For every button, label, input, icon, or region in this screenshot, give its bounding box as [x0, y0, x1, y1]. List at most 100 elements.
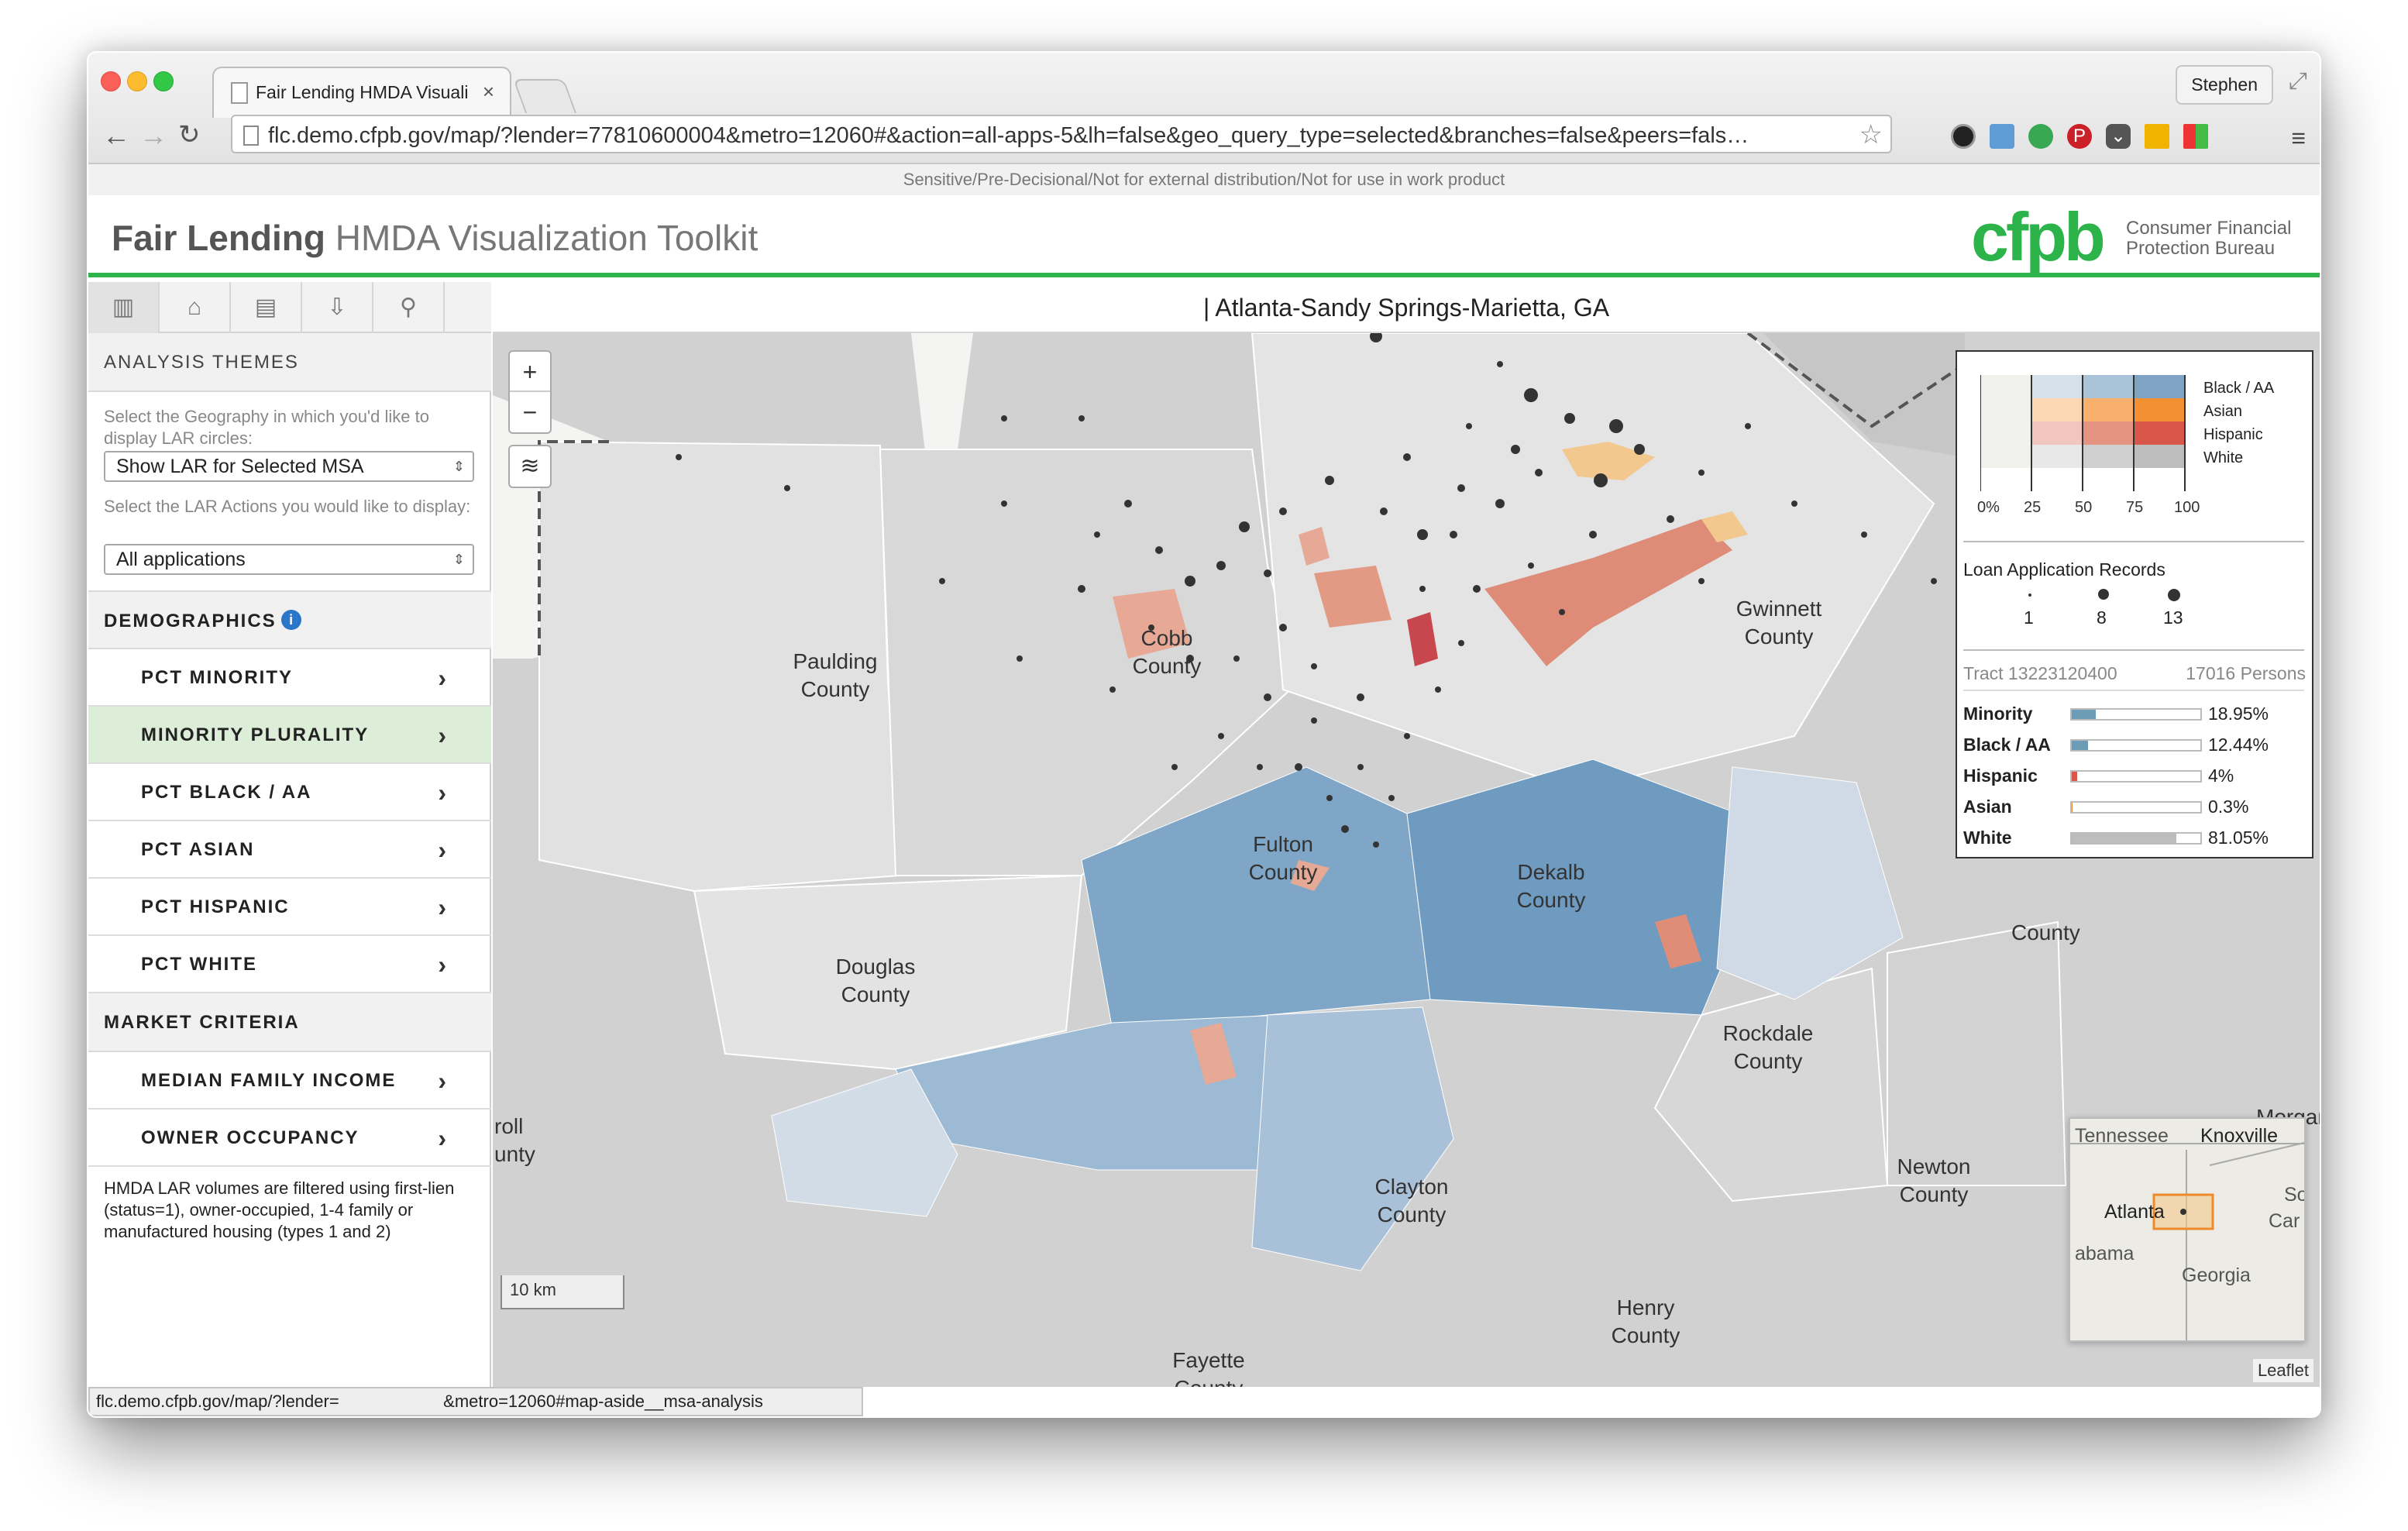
inset-minimap[interactable]: Tennessee Knoxville Atlanta So Car abama…	[2069, 1117, 2306, 1342]
inset-label: Knoxville	[2200, 1125, 2279, 1147]
bar-chart-icon[interactable]: ▥	[88, 282, 160, 333]
tract-stat-bar	[2070, 770, 2202, 783]
geography-select-value: Show LAR for Selected MSA	[116, 456, 364, 477]
extension-pocket-icon[interactable]: ⌄	[2106, 124, 2131, 149]
legend-divider	[1963, 649, 2304, 651]
tract-stat-bar	[2070, 739, 2202, 752]
profile-button[interactable]: Stephen	[2176, 65, 2273, 105]
map-panel[interactable]: | Atlanta-Sandy Springs-Marietta, GA Pau…	[493, 282, 2320, 1387]
extension-pinterest-icon[interactable]: P	[2067, 124, 2092, 149]
bookmark-star-icon[interactable]: ☆	[1859, 119, 1883, 150]
menu-item-pct-black[interactable]: PCT BLACK / AA ›	[88, 764, 491, 821]
tract-stat-bar	[2070, 708, 2202, 721]
tract-persons: 17016 Persons	[2186, 663, 2306, 683]
county-label: Henry County	[1611, 1295, 1680, 1347]
extension-camera-icon[interactable]	[1951, 124, 1976, 149]
fullscreen-icon[interactable]: ⤢	[2289, 68, 2307, 95]
tract-stat-value: 4%	[2208, 766, 2234, 786]
lar-size-dot	[2098, 589, 2109, 600]
cfpb-logo[interactable]: cfpb	[1971, 203, 2106, 271]
menu-item-label: MINORITY PLURALITY	[141, 724, 370, 745]
forward-icon[interactable]: →	[139, 119, 167, 152]
app-title-bold: Fair Lending	[112, 218, 325, 258]
inset-label: Car	[2269, 1210, 2300, 1232]
menu-item-label: PCT BLACK / AA	[141, 782, 312, 803]
analysis-themes-heading: ANALYSIS THEMES	[88, 333, 491, 392]
menu-item-owner-occupancy[interactable]: OWNER OCCUPANCY ›	[88, 1110, 491, 1167]
chevron-right-icon: ›	[438, 664, 448, 692]
search-icon[interactable]: ⚲	[373, 282, 445, 333]
menu-item-median-family-income[interactable]: MEDIAN FAMILY INCOME ›	[88, 1052, 491, 1110]
inset-label: Georgia	[2182, 1264, 2251, 1286]
legend-tick: 25	[2024, 499, 2042, 516]
url-text: flc.demo.cfpb.gov/map/?lender=7781060000…	[268, 123, 1749, 148]
menu-item-pct-minority[interactable]: PCT MINORITY ›	[88, 649, 491, 707]
map-title: | Atlanta-Sandy Springs-Marietta, GA	[493, 282, 2320, 333]
sidebar: ▥ ⌂ ▤ ⇩ ⚲ ANALYSIS THEMES Select the Geo…	[88, 282, 491, 1387]
extension-evernote-icon[interactable]	[2028, 124, 2053, 149]
menu-item-pct-hispanic[interactable]: PCT HISPANIC ›	[88, 879, 491, 936]
extension-arrow-icon[interactable]	[2145, 124, 2169, 149]
browser-tab[interactable]: Fair Lending HMDA Visuali ×	[212, 67, 511, 118]
tract-stat-value: 12.44%	[2208, 735, 2269, 755]
close-window-button[interactable]	[101, 71, 121, 91]
menu-item-pct-white[interactable]: PCT WHITE ›	[88, 936, 491, 993]
chevron-right-icon: ›	[438, 1124, 448, 1152]
maximize-window-button[interactable]	[153, 71, 174, 91]
sidebar-toolbar: ▥ ⌂ ▤ ⇩ ⚲	[88, 282, 491, 333]
extension-folder-icon[interactable]	[1990, 124, 2014, 149]
chevron-right-icon: ›	[438, 893, 448, 921]
reload-icon[interactable]: ↻	[178, 119, 201, 150]
menu-item-label: PCT HISPANIC	[141, 896, 290, 917]
county-label: Fayette County	[1172, 1348, 1245, 1387]
download-icon[interactable]: ⇩	[302, 282, 373, 333]
menu-item-minority-plurality[interactable]: MINORITY PLURALITY ›	[88, 707, 491, 764]
document-icon[interactable]: ▤	[231, 282, 302, 333]
legend-divider	[1963, 541, 2304, 542]
extension-grid-icon[interactable]	[2183, 124, 2208, 149]
tab-title: Fair Lending HMDA Visuali	[256, 82, 469, 102]
county-label: Dekalb County	[1516, 860, 1586, 912]
geography-select[interactable]: Show LAR for Selected MSA ⇕	[104, 451, 474, 482]
app-title-light: HMDA Visualization Toolkit	[335, 218, 759, 258]
county-label-partial: County	[2011, 920, 2080, 944]
browser-menu-icon[interactable]: ≡	[2291, 124, 2306, 153]
inset-label: So	[2284, 1184, 2306, 1206]
sensitivity-notice: Sensitive/Pre-Decisional/Not for externa…	[88, 164, 2320, 195]
county-label: Fulton County	[1248, 832, 1318, 884]
chevron-right-icon: ›	[438, 951, 448, 979]
minimize-window-button[interactable]	[127, 71, 147, 91]
zoom-in-button[interactable]: +	[510, 352, 550, 392]
county-label: Rockdale County	[1722, 1021, 1814, 1073]
info-icon[interactable]: i	[280, 610, 301, 630]
chevron-right-icon: ›	[438, 721, 448, 749]
page-info-icon	[243, 126, 259, 146]
menu-item-label: PCT MINORITY	[141, 667, 293, 688]
market-criteria-heading: MARKET CRITERIA	[88, 993, 491, 1052]
lar-size-dot	[2028, 593, 2031, 597]
tract-stat-value: 0.3%	[2208, 796, 2249, 817]
zoom-control: + −	[508, 350, 552, 434]
new-tab-button[interactable]	[512, 79, 577, 113]
cfpb-logo-text: Consumer Financial Protection Bureau	[2126, 218, 2291, 259]
status-bar-url: flc.demo.cfpb.gov/map/?lender= &metro=12…	[88, 1387, 863, 1416]
tab-close-icon[interactable]: ×	[483, 80, 494, 104]
lar-actions-select[interactable]: All applications ⇕	[104, 544, 474, 575]
tract-stat-fill	[2072, 834, 2176, 843]
tract-stat-fill	[2072, 710, 2097, 719]
bank-icon[interactable]: ⌂	[160, 282, 231, 333]
county-label: Douglas County	[835, 955, 916, 1006]
legend-series-label: White	[2203, 449, 2244, 466]
menu-item-pct-asian[interactable]: PCT ASIAN ›	[88, 821, 491, 879]
zoom-out-button[interactable]: −	[510, 392, 550, 432]
address-bar[interactable]: flc.demo.cfpb.gov/map/?lender=7781060000…	[231, 115, 1892, 153]
tract-stat-fill	[2072, 741, 2088, 750]
county-label: Gwinnett County	[1735, 597, 1822, 649]
lar-size-dot	[2168, 589, 2180, 601]
back-icon[interactable]: ←	[102, 119, 130, 152]
tract-stat-label: Hispanic	[1963, 766, 2038, 786]
layers-icon[interactable]: ≋	[508, 445, 552, 488]
tract-stat-fill	[2072, 772, 2077, 781]
map-region	[1887, 920, 2067, 1186]
leaflet-attribution[interactable]: Leaflet	[2252, 1359, 2313, 1382]
